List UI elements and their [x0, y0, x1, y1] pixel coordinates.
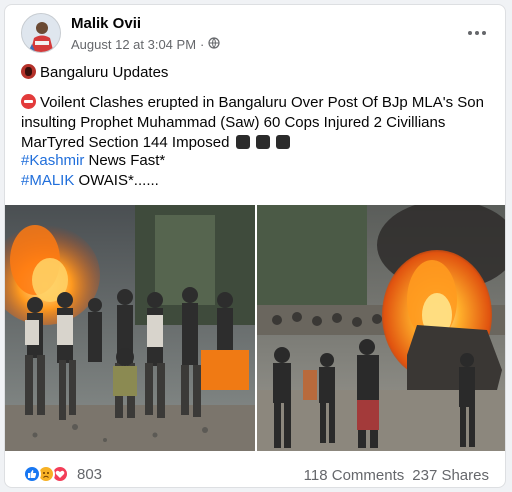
- post-photos: [5, 205, 505, 451]
- photo-left[interactable]: [5, 205, 255, 451]
- post-body: Voilent Clashes erupted in Bangaluru Ove…: [21, 93, 501, 153]
- bug-emoji-icon: [21, 64, 36, 79]
- hashtag-2-text: OWAIS*......: [74, 172, 159, 189]
- hashtag-line-1: #Kashmir News Fast*: [21, 151, 501, 171]
- post-header: Malik Ovii August 12 at 3:04 PM ·: [5, 5, 505, 61]
- author-name[interactable]: Malik Ovii: [71, 15, 141, 32]
- reaction-count[interactable]: 803: [77, 466, 102, 483]
- post-card: Malik Ovii August 12 at 3:04 PM · Bangal…: [4, 4, 506, 488]
- post-hashtags: #Kashmir News Fast* #MALIK OWAIS*......: [21, 151, 501, 191]
- post-footer: 803 118 Comments 237 Shares: [5, 459, 505, 487]
- hashtag-1-text: News Fast*: [84, 152, 166, 169]
- black-square-icon: [255, 135, 270, 149]
- post-body-text: Voilent Clashes erupted in Bangaluru Ove…: [21, 94, 484, 151]
- no-entry-icon: [21, 94, 36, 109]
- more-options-icon[interactable]: [463, 19, 491, 47]
- author-avatar[interactable]: [21, 13, 61, 53]
- post-title-line: Bangaluru Updates: [21, 63, 501, 83]
- reactions-summary[interactable]: 803: [23, 465, 102, 483]
- post-timestamp[interactable]: August 12 at 3:04 PM: [71, 37, 196, 52]
- post-stats: 118 Comments 237 Shares: [304, 467, 489, 484]
- photo-right[interactable]: [257, 205, 505, 451]
- black-square-icon: [275, 135, 290, 149]
- globe-icon: [208, 37, 220, 52]
- black-square-icon: [235, 135, 250, 149]
- hashtag-kashmir-link[interactable]: #Kashmir: [21, 152, 84, 169]
- shares-count-link[interactable]: 237 Shares: [412, 467, 489, 484]
- hashtag-line-2: #MALIK OWAIS*......: [21, 171, 501, 191]
- post-title-text: Bangaluru Updates: [40, 64, 169, 81]
- like-icon: [23, 465, 41, 483]
- meta-separator: ·: [200, 37, 205, 52]
- post-meta: August 12 at 3:04 PM ·: [71, 37, 220, 52]
- hashtag-malik-link[interactable]: #MALIK: [21, 172, 74, 189]
- comments-count-link[interactable]: 118 Comments: [304, 467, 405, 484]
